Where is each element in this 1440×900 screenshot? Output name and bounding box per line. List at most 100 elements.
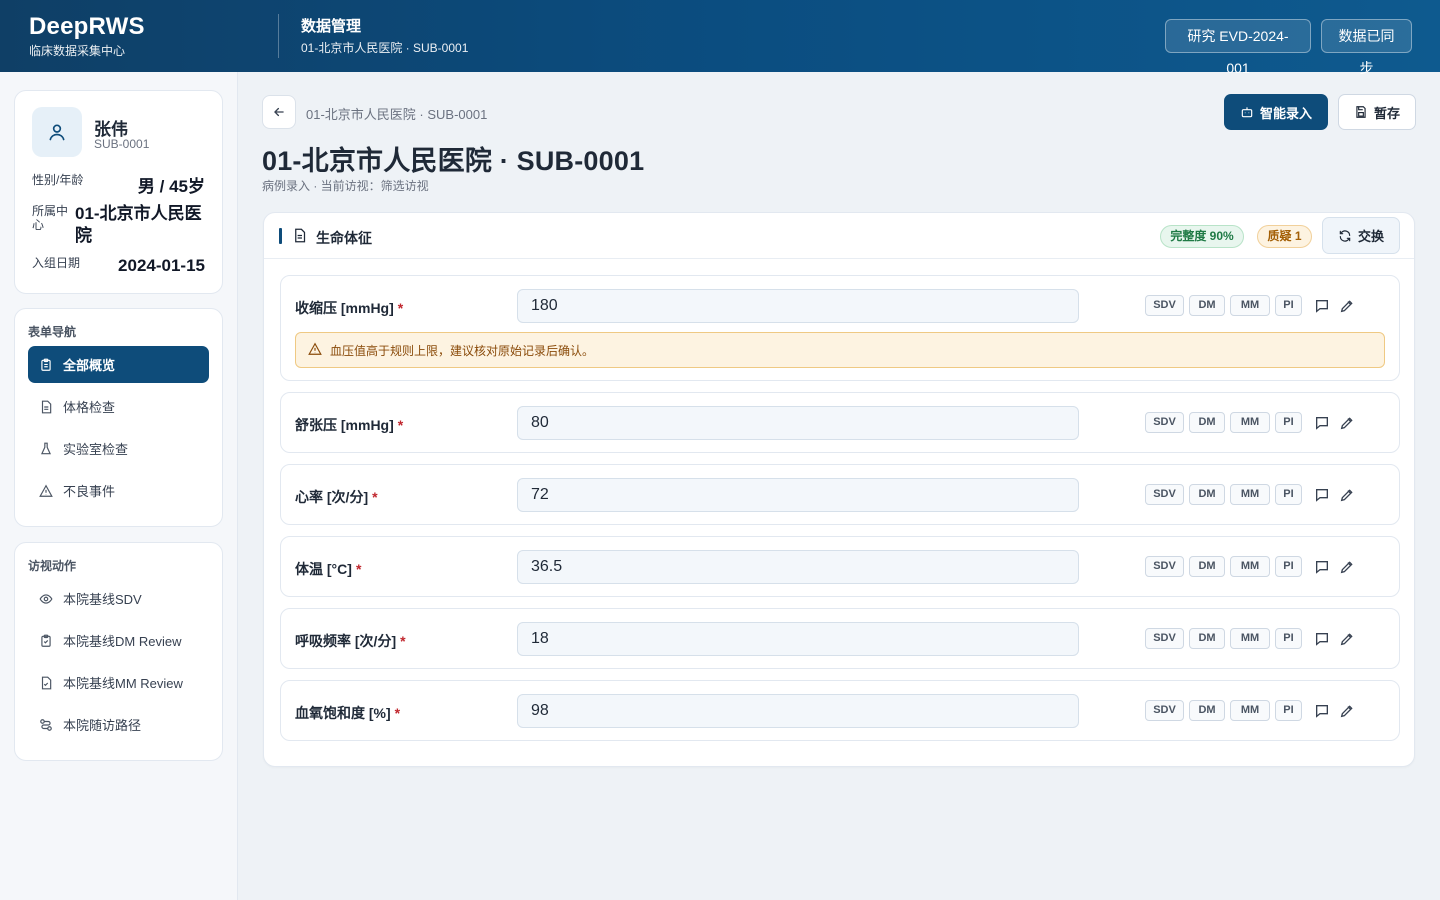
- comment-icon[interactable]: [1313, 486, 1331, 504]
- field-label: 呼吸频率 [次/分] *: [295, 631, 406, 651]
- pi-tag[interactable]: PI: [1275, 700, 1302, 721]
- nav-item-overview[interactable]: 全部概览: [28, 346, 209, 383]
- review-tags: SDV DM MM PI: [1145, 700, 1356, 721]
- comment-icon[interactable]: [1313, 414, 1331, 432]
- required-marker: *: [397, 417, 404, 433]
- pi-tag[interactable]: PI: [1275, 412, 1302, 433]
- mm-tag[interactable]: MM: [1230, 700, 1270, 721]
- action-item-mm-review[interactable]: 本院基线MM Review: [28, 664, 209, 701]
- required-marker: *: [372, 489, 378, 505]
- query-badge[interactable]: 质疑 1: [1257, 225, 1312, 248]
- dm-tag[interactable]: DM: [1189, 700, 1225, 721]
- review-tags: SDV DM MM PI: [1145, 295, 1356, 316]
- mm-tag[interactable]: MM: [1230, 628, 1270, 649]
- arrow-left-icon: [274, 107, 284, 117]
- mm-tag[interactable]: MM: [1230, 412, 1270, 433]
- field-label-text: 血氧饱和度 [%]: [295, 705, 391, 721]
- field-row-respiratory-rate: 呼吸频率 [次/分]* SDVDMMMPI: [280, 608, 1400, 669]
- dm-tag[interactable]: DM: [1189, 628, 1225, 649]
- field-input-diastolic-bp[interactable]: [517, 406, 1079, 440]
- review-tags: SDV DM MM PI: [1145, 556, 1356, 577]
- dm-tag[interactable]: DM: [1189, 295, 1225, 316]
- edit-icon[interactable]: [1338, 414, 1356, 432]
- top-bar: DeepRWS 临床数据采集中心 数据管理 01-北京市人民医院 · SUB-0…: [0, 0, 1440, 76]
- nav-item-physical-exam[interactable]: 体格检查: [28, 388, 209, 425]
- avatar: [32, 107, 82, 157]
- form-nav-card: 表单导航 全部概览 体格检查 实验室检查 不良事件: [14, 308, 223, 527]
- action-item-label: 本院随访路径: [63, 718, 142, 733]
- edit-icon[interactable]: [1338, 486, 1356, 504]
- sdv-tag[interactable]: SDV: [1145, 556, 1184, 577]
- dm-tag[interactable]: DM: [1189, 556, 1225, 577]
- validation-warning: 血压值高于规则上限，建议核对原始记录后确认。: [295, 332, 1385, 368]
- field-label: 心率 [次/分] *: [295, 487, 378, 507]
- field-row-spo2: 血氧饱和度 [%]* SDVDMMMPI: [280, 680, 1400, 741]
- action-item-dm-review[interactable]: 本院基线DM Review: [28, 622, 209, 659]
- edit-icon[interactable]: [1338, 702, 1356, 720]
- mm-tag[interactable]: MM: [1230, 484, 1270, 505]
- completeness-badge: 完整度 90%: [1160, 225, 1244, 248]
- nav-item-lab-test[interactable]: 实验室检查: [28, 430, 209, 467]
- header-divider: [278, 14, 279, 58]
- action-item-label: 本院基线SDV: [63, 592, 142, 607]
- field-row-systolic-bp: 收缩压 [mmHg]* SDVDMMMPI 血压值高于规则上限，建议核对原始记录后确…: [280, 275, 1400, 381]
- panel-title: 生命体征: [316, 230, 372, 246]
- dm-tag[interactable]: DM: [1189, 412, 1225, 433]
- smart-entry-button[interactable]: 智能录入: [1224, 94, 1328, 130]
- action-item-label: 本院基线DM Review: [63, 634, 182, 649]
- flask-icon: [39, 442, 53, 456]
- comment-icon[interactable]: [1313, 558, 1331, 576]
- field-input-spo2[interactable]: [517, 694, 1079, 728]
- mm-tag[interactable]: MM: [1230, 295, 1270, 316]
- section-title: 数据管理: [301, 18, 362, 35]
- pi-tag[interactable]: PI: [1275, 556, 1302, 577]
- comment-icon[interactable]: [1313, 702, 1331, 720]
- field-label-text: 心率 [次/分]: [295, 489, 369, 505]
- enroll-date-label: 入组日期: [32, 256, 81, 270]
- sdv-tag[interactable]: SDV: [1145, 484, 1184, 505]
- center-value: 01-北京市人民医院: [75, 204, 202, 245]
- review-tags: SDV DM MM PI: [1145, 628, 1356, 649]
- pi-tag[interactable]: PI: [1275, 484, 1302, 505]
- edit-icon[interactable]: [1338, 297, 1356, 315]
- dm-tag[interactable]: DM: [1189, 484, 1225, 505]
- field-input-body-temp[interactable]: [517, 550, 1079, 584]
- sync-status-chip[interactable]: 数据已同步: [1321, 19, 1412, 76]
- swap-button[interactable]: 交换: [1322, 217, 1400, 254]
- required-marker: *: [397, 300, 404, 316]
- field-row-body-temp: 体温 [°C]* SDVDMMMPI: [280, 536, 1400, 597]
- edit-icon[interactable]: [1338, 558, 1356, 576]
- action-item-followup-path[interactable]: 本院随访路径: [28, 706, 209, 743]
- mm-tag[interactable]: MM: [1230, 556, 1270, 577]
- user-icon: [49, 124, 65, 141]
- sdv-tag[interactable]: SDV: [1145, 412, 1184, 433]
- comment-icon[interactable]: [1313, 630, 1331, 648]
- brand: DeepRWS 临床数据采集中心: [29, 13, 145, 59]
- field-label: 收缩压 [mmHg] *: [295, 298, 403, 318]
- study-chip[interactable]: 研究 EVD-2024-001: [1165, 19, 1311, 76]
- field-row-diastolic-bp: 舒张压 [mmHg]* SDVDMMMPI: [280, 392, 1400, 453]
- comment-icon[interactable]: [1313, 297, 1331, 315]
- required-marker: *: [394, 705, 401, 721]
- sdv-tag[interactable]: SDV: [1145, 295, 1184, 316]
- nav-item-label: 不良事件: [63, 484, 116, 499]
- nav-item-adverse-event[interactable]: 不良事件: [28, 472, 209, 509]
- sidebar: 张伟 SUB-0001 性别/年龄 男 / 45岁 所属中心 01-北京市人民医…: [0, 72, 238, 900]
- save-draft-button[interactable]: 暂存: [1338, 94, 1416, 130]
- edit-icon[interactable]: [1338, 630, 1356, 648]
- field-label-text: 收缩压 [mmHg]: [295, 300, 394, 316]
- sdv-tag[interactable]: SDV: [1145, 700, 1184, 721]
- field-label: 血氧饱和度 [%] *: [295, 703, 400, 723]
- field-input-systolic-bp[interactable]: [517, 289, 1079, 323]
- page-subtitle: 病例录入 · 当前访视：筛选访视: [262, 179, 429, 193]
- field-input-respiratory-rate[interactable]: [517, 622, 1079, 656]
- pi-tag[interactable]: PI: [1275, 628, 1302, 649]
- document-icon: [292, 227, 307, 249]
- action-item-sdv[interactable]: 本院基线SDV: [28, 580, 209, 617]
- back-button[interactable]: [262, 95, 296, 129]
- center-label: 所属中心: [32, 204, 69, 232]
- sdv-tag[interactable]: SDV: [1145, 628, 1184, 649]
- visit-actions-card: 访视动作 本院基线SDV 本院基线DM Review 本院基线MM Review…: [14, 542, 223, 761]
- field-input-heart-rate[interactable]: [517, 478, 1079, 512]
- pi-tag[interactable]: PI: [1275, 295, 1302, 316]
